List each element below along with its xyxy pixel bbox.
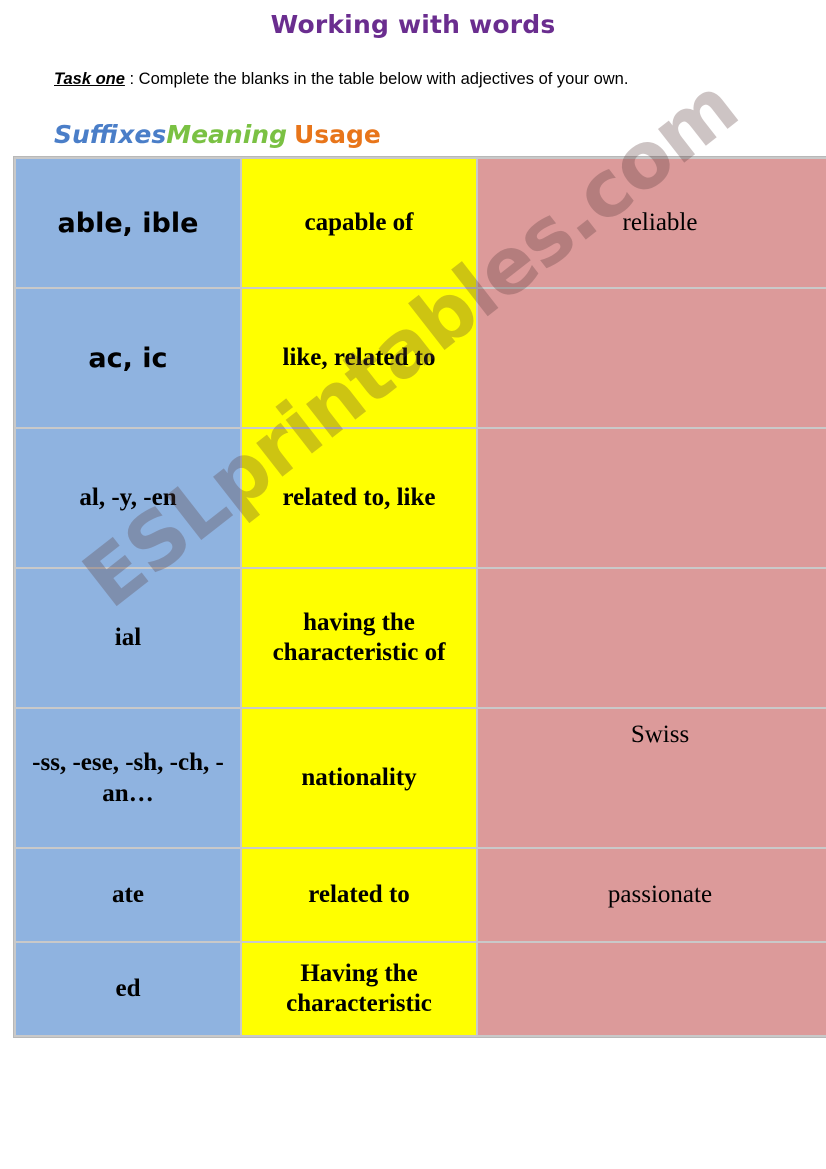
usage-cell[interactable] <box>478 569 826 707</box>
suffix-cell: -ss, -ese, -sh, -ch, -an… <box>16 709 240 847</box>
meaning-cell: Having the characteristic <box>242 943 476 1035</box>
usage-cell[interactable]: Swiss <box>478 709 826 847</box>
heading-suffixes: Suffixes <box>54 120 167 149</box>
heading-usage: Usage <box>293 120 381 149</box>
heading-meaning: Meaning <box>166 120 287 149</box>
page-title: Working with words <box>270 10 556 39</box>
task-text: : Complete the blanks in the table below… <box>124 70 629 88</box>
table-row: ial having the characteristic of <box>16 569 826 707</box>
meaning-cell: having the characteristic of <box>242 569 476 707</box>
meaning-cell: like, related to <box>242 289 476 427</box>
suffix-cell: ed <box>16 943 240 1035</box>
suffix-cell: al, -y, -en <box>16 429 240 567</box>
suffix-cell: ate <box>16 849 240 941</box>
usage-cell[interactable] <box>478 289 826 427</box>
table-row: ate related to passionate <box>16 849 826 941</box>
meaning-cell: related to, like <box>242 429 476 567</box>
task-instruction: Task one : Complete the blanks in the ta… <box>54 70 794 89</box>
table-row: -ss, -ese, -sh, -ch, -an… nationality Sw… <box>16 709 826 847</box>
suffix-cell: able, ible <box>16 159 240 287</box>
table-row: al, -y, -en related to, like <box>16 429 826 567</box>
table-row: ac, ic like, related to <box>16 289 826 427</box>
meaning-cell: related to <box>242 849 476 941</box>
column-headings: SuffixesMeaning Usage <box>54 122 381 147</box>
worksheet-page: Working with words Task one : Complete t… <box>0 0 826 1169</box>
usage-cell[interactable] <box>478 429 826 567</box>
usage-cell[interactable]: passionate <box>478 849 826 941</box>
usage-cell[interactable] <box>478 943 826 1035</box>
usage-cell[interactable]: reliable <box>478 159 826 287</box>
meaning-cell: capable of <box>242 159 476 287</box>
suffix-cell: ial <box>16 569 240 707</box>
meaning-cell: nationality <box>242 709 476 847</box>
task-label: Task one <box>54 70 125 88</box>
table-row: ed Having the characteristic <box>16 943 826 1035</box>
table-row: able, ible capable of reliable <box>16 159 826 287</box>
suffix-cell: ac, ic <box>16 289 240 427</box>
suffix-table: able, ible capable of reliable ac, ic li… <box>13 156 826 1038</box>
